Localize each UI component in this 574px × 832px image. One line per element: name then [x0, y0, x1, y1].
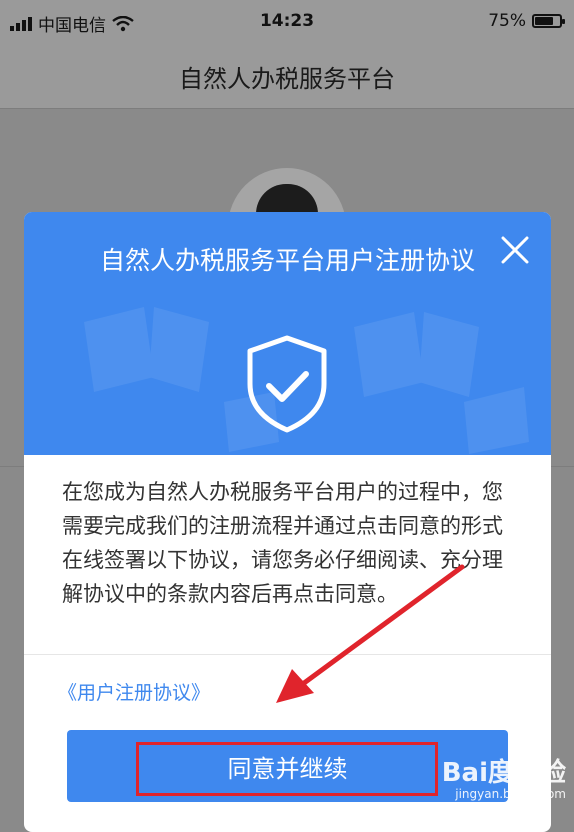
watermark-brand: Bai度经验 — [441, 758, 566, 788]
annotation-arrow-icon — [276, 564, 465, 703]
watermark-url: jingyan.baidu.com — [455, 787, 566, 801]
watermark: Bai度经验 jingyan.baidu.com — [442, 752, 566, 801]
